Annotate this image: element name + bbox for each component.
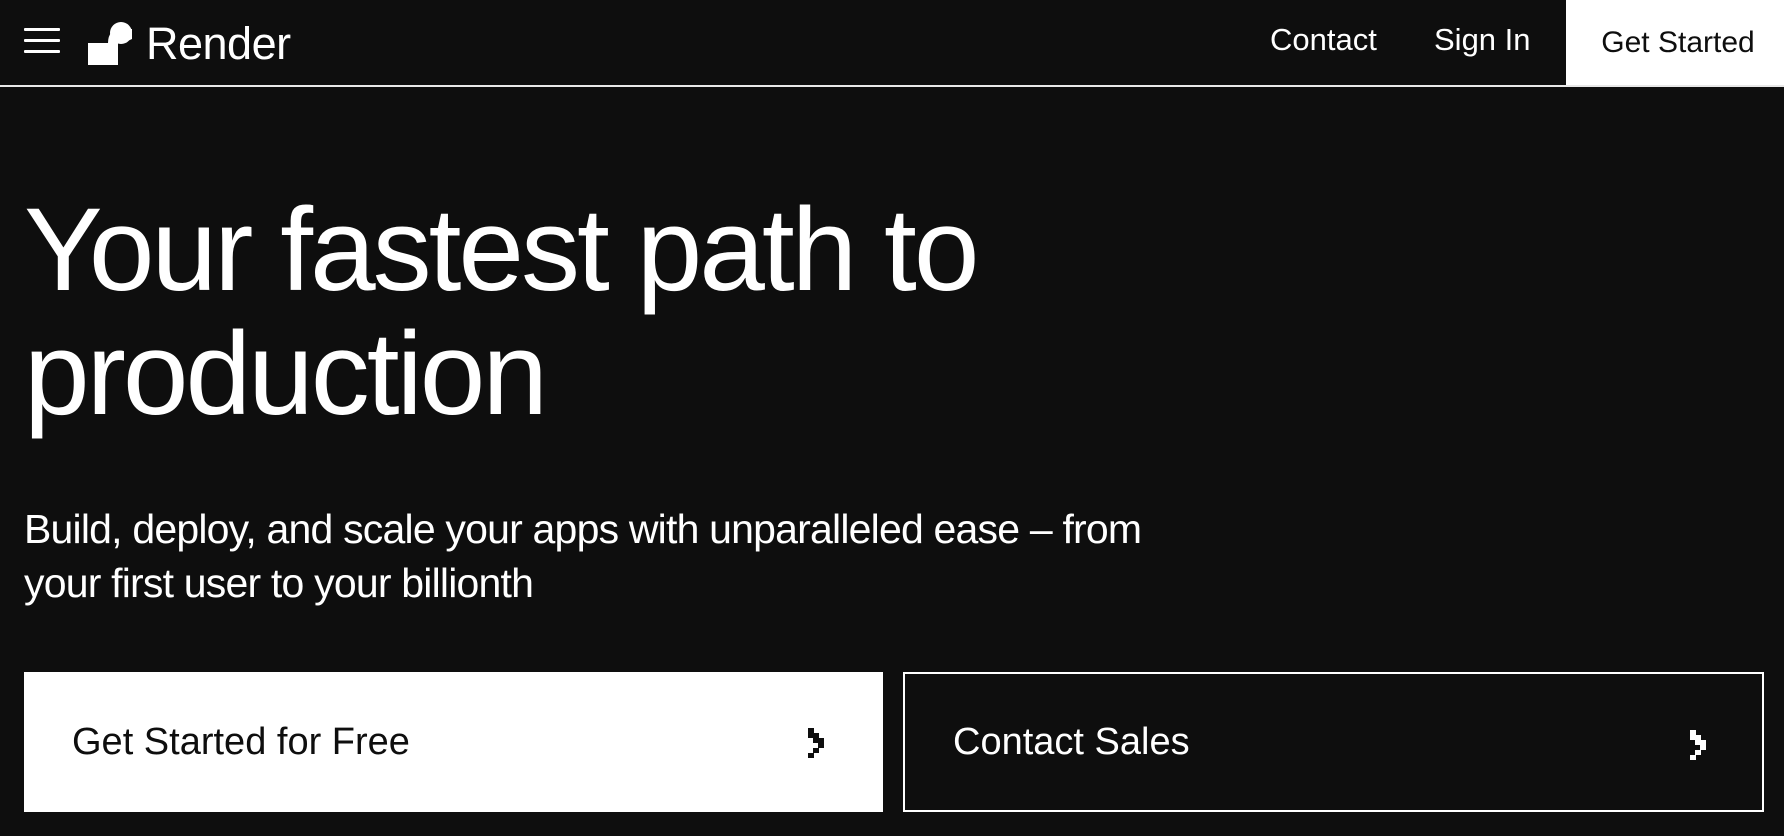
get-started-for-free-button[interactable]: Get Started for Free	[24, 672, 883, 812]
render-logo-icon	[88, 22, 132, 65]
hero-headline-line-2: production	[24, 308, 548, 440]
hamburger-menu-icon[interactable]	[22, 24, 62, 58]
nav-contact-link[interactable]: Contact	[1270, 22, 1377, 58]
nav-get-started-button[interactable]: Get Started	[1566, 0, 1784, 85]
contact-sales-button[interactable]: Contact Sales	[903, 672, 1764, 812]
brand-logo-link[interactable]: Render	[88, 16, 291, 70]
top-navigation-bar: Render Contact Sign In Get Started	[0, 0, 1784, 87]
contact-sales-label: Contact Sales	[953, 720, 1190, 763]
brand-name: Render	[146, 17, 291, 69]
nav-sign-in-link[interactable]: Sign In	[1434, 22, 1531, 58]
get-started-for-free-label: Get Started for Free	[72, 720, 410, 763]
hero-subheading: Build, deploy, and scale your apps with …	[24, 502, 1244, 610]
hero-headline: Your fastest path to production	[24, 188, 1224, 436]
chevron-right-icon	[1690, 730, 1712, 760]
hero-subheading-line-1: Build, deploy, and scale your apps with …	[24, 506, 1142, 552]
chevron-right-icon	[808, 728, 830, 758]
hero-subheading-line-2: your first user to your billionth	[24, 560, 534, 606]
hero-headline-line-1: Your fastest path to	[24, 184, 979, 316]
